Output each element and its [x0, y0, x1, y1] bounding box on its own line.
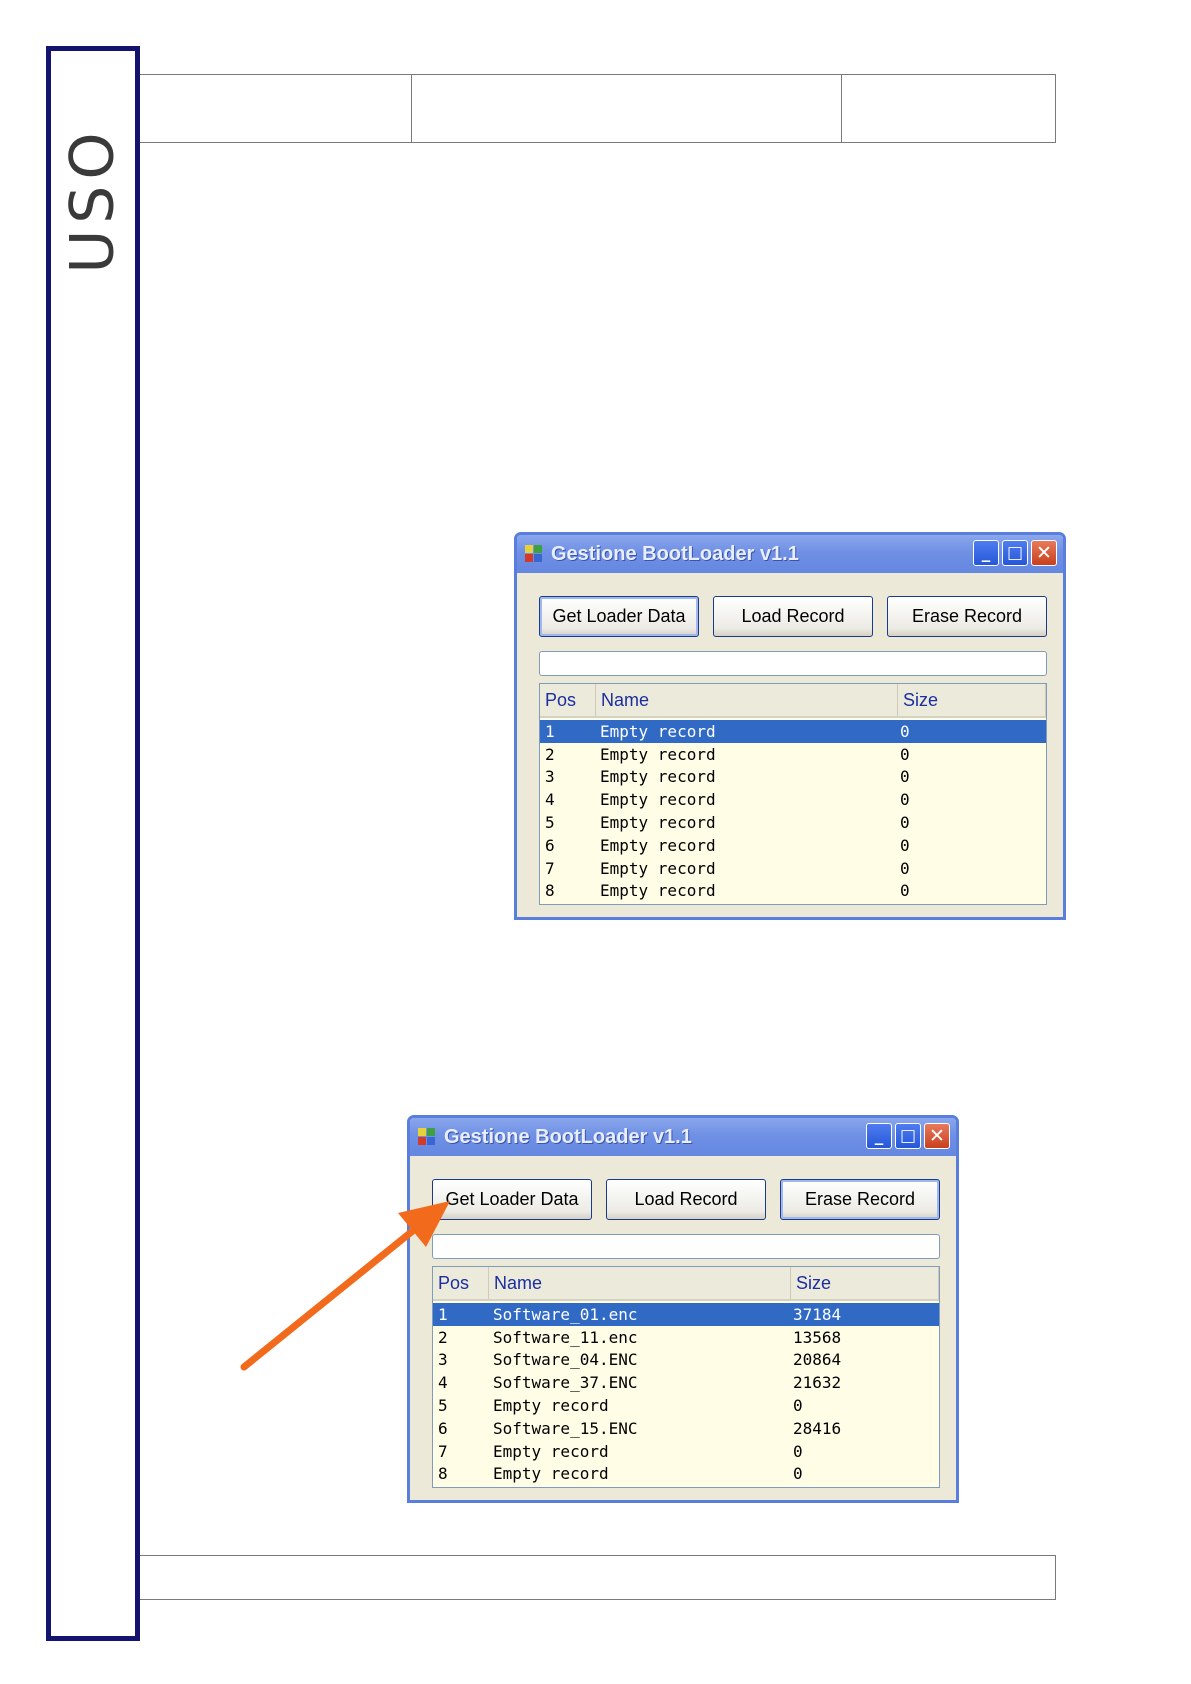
window-titlebar[interactable]: Gestione BootLoader v1.1 _ □ ✕: [517, 535, 1063, 573]
maximize-icon[interactable]: □: [1002, 540, 1028, 566]
row-name: Empty record: [600, 881, 716, 901]
list-item[interactable]: 6 Empty record 0: [540, 834, 1046, 857]
list-item[interactable]: 8 Empty record 0: [433, 1463, 939, 1486]
row-name: Empty record: [600, 767, 716, 787]
row-size: 0: [900, 813, 910, 833]
get-loader-data-button[interactable]: Get Loader Data: [539, 596, 699, 637]
row-name: Empty record: [600, 813, 716, 833]
list-item[interactable]: 7 Empty record 0: [540, 857, 1046, 880]
row-size: 0: [793, 1396, 803, 1416]
row-size: 0: [900, 744, 910, 764]
progress-bar: [432, 1234, 940, 1259]
minimize-icon[interactable]: _: [866, 1123, 892, 1149]
list-item[interactable]: 2 Software_11.enc 13568: [433, 1326, 939, 1349]
section-label: USO: [46, 120, 140, 280]
row-size: 13568: [793, 1327, 842, 1347]
list-item[interactable]: 4 Empty record 0: [540, 788, 1046, 811]
row-pos: 7: [438, 1441, 448, 1461]
load-record-button[interactable]: Load Record: [606, 1179, 766, 1220]
list-item[interactable]: 5 Empty record 0: [540, 811, 1046, 834]
list-item[interactable]: 1 Empty record 0: [540, 720, 1046, 743]
row-pos: 8: [438, 1464, 448, 1484]
column-header-name[interactable]: Name: [596, 684, 898, 716]
row-pos: 6: [438, 1418, 448, 1438]
section-label-text: USO: [58, 126, 129, 274]
window-title: Gestione BootLoader v1.1: [444, 1125, 692, 1148]
side-bar: [46, 46, 140, 1641]
list-item[interactable]: 3 Empty record 0: [540, 766, 1046, 789]
column-header-name[interactable]: Name: [489, 1267, 791, 1299]
close-icon[interactable]: ✕: [1031, 540, 1057, 566]
load-record-button[interactable]: Load Record: [713, 596, 873, 637]
row-name: Software_15.ENC: [493, 1418, 638, 1438]
row-name: Empty record: [493, 1396, 609, 1416]
column-header-pos[interactable]: Pos: [540, 684, 596, 716]
row-size: 0: [793, 1441, 803, 1461]
row-pos: 5: [438, 1396, 448, 1416]
progress-bar: [539, 651, 1047, 676]
list-item[interactable]: 6 Software_15.ENC 28416: [433, 1417, 939, 1440]
list-item[interactable]: 3 Software_04.ENC 20864: [433, 1349, 939, 1372]
row-name: Software_11.enc: [493, 1327, 638, 1347]
close-icon[interactable]: ✕: [924, 1123, 950, 1149]
list-item[interactable]: 5 Empty record 0: [433, 1394, 939, 1417]
footer-box: [140, 1555, 1056, 1600]
row-size: 0: [900, 721, 910, 741]
bootloader-window-before: Gestione BootLoader v1.1 _ □ ✕ Get Loade…: [514, 532, 1066, 920]
row-name: Software_37.ENC: [493, 1373, 638, 1393]
row-size: 0: [900, 881, 910, 901]
maximize-icon[interactable]: □: [895, 1123, 921, 1149]
row-size: 0: [900, 858, 910, 878]
header-cell-1: [140, 75, 412, 142]
row-pos: 3: [545, 767, 555, 787]
row-size: 0: [900, 835, 910, 855]
app-icon: [525, 545, 543, 563]
list-item[interactable]: 1 Software_01.enc 37184: [433, 1303, 939, 1326]
arrow-icon: [240, 1201, 450, 1371]
erase-record-button[interactable]: Erase Record: [780, 1179, 940, 1220]
minimize-icon[interactable]: _: [973, 540, 999, 566]
list-item[interactable]: 2 Empty record 0: [540, 743, 1046, 766]
column-header-size[interactable]: Size: [791, 1267, 939, 1299]
header-cell-3: [842, 75, 1055, 142]
row-size: 37184: [793, 1304, 842, 1324]
window-titlebar[interactable]: Gestione BootLoader v1.1 _ □ ✕: [410, 1118, 956, 1156]
row-size: 20864: [793, 1350, 842, 1370]
row-pos: 5: [545, 813, 555, 833]
window-title: Gestione BootLoader v1.1: [551, 542, 799, 565]
row-name: Empty record: [600, 790, 716, 810]
row-name: Empty record: [600, 721, 716, 741]
list-item[interactable]: 4 Software_37.ENC 21632: [433, 1371, 939, 1394]
row-name: Software_01.enc: [493, 1304, 638, 1324]
bootloader-window-after: Gestione BootLoader v1.1 _ □ ✕ Get Loade…: [407, 1115, 959, 1503]
row-size: 21632: [793, 1373, 842, 1393]
row-name: Software_04.ENC: [493, 1350, 638, 1370]
row-pos: 8: [545, 881, 555, 901]
row-pos: 1: [545, 721, 555, 741]
row-pos: 4: [545, 790, 555, 810]
column-header-size[interactable]: Size: [898, 684, 1046, 716]
row-name: Empty record: [493, 1464, 609, 1484]
app-icon: [418, 1128, 436, 1146]
list-item[interactable]: 8 Empty record 0: [540, 880, 1046, 903]
records-list[interactable]: Pos Name Size 1 Software_01.enc 37184 2 Soft…: [432, 1266, 940, 1488]
row-name: Empty record: [600, 835, 716, 855]
records-list[interactable]: Pos Name Size 1 Empty record 0 2 Empty recor…: [539, 683, 1047, 905]
row-pos: 6: [545, 835, 555, 855]
header-cell-2: [412, 75, 842, 142]
row-name: Empty record: [493, 1441, 609, 1461]
erase-record-button[interactable]: Erase Record: [887, 596, 1047, 637]
row-pos: 2: [545, 744, 555, 764]
row-size: 28416: [793, 1418, 842, 1438]
row-name: Empty record: [600, 744, 716, 764]
list-rows: 1 Software_01.enc 37184 2 Software_11.enc 135…: [433, 1301, 939, 1485]
row-pos: 7: [545, 858, 555, 878]
row-size: 0: [793, 1464, 803, 1484]
list-item[interactable]: 7 Empty record 0: [433, 1440, 939, 1463]
header-table: [140, 74, 1056, 143]
row-size: 0: [900, 790, 910, 810]
row-name: Empty record: [600, 858, 716, 878]
list-rows: 1 Empty record 0 2 Empty record 0 3 Empty recor…: [540, 718, 1046, 902]
row-size: 0: [900, 767, 910, 787]
